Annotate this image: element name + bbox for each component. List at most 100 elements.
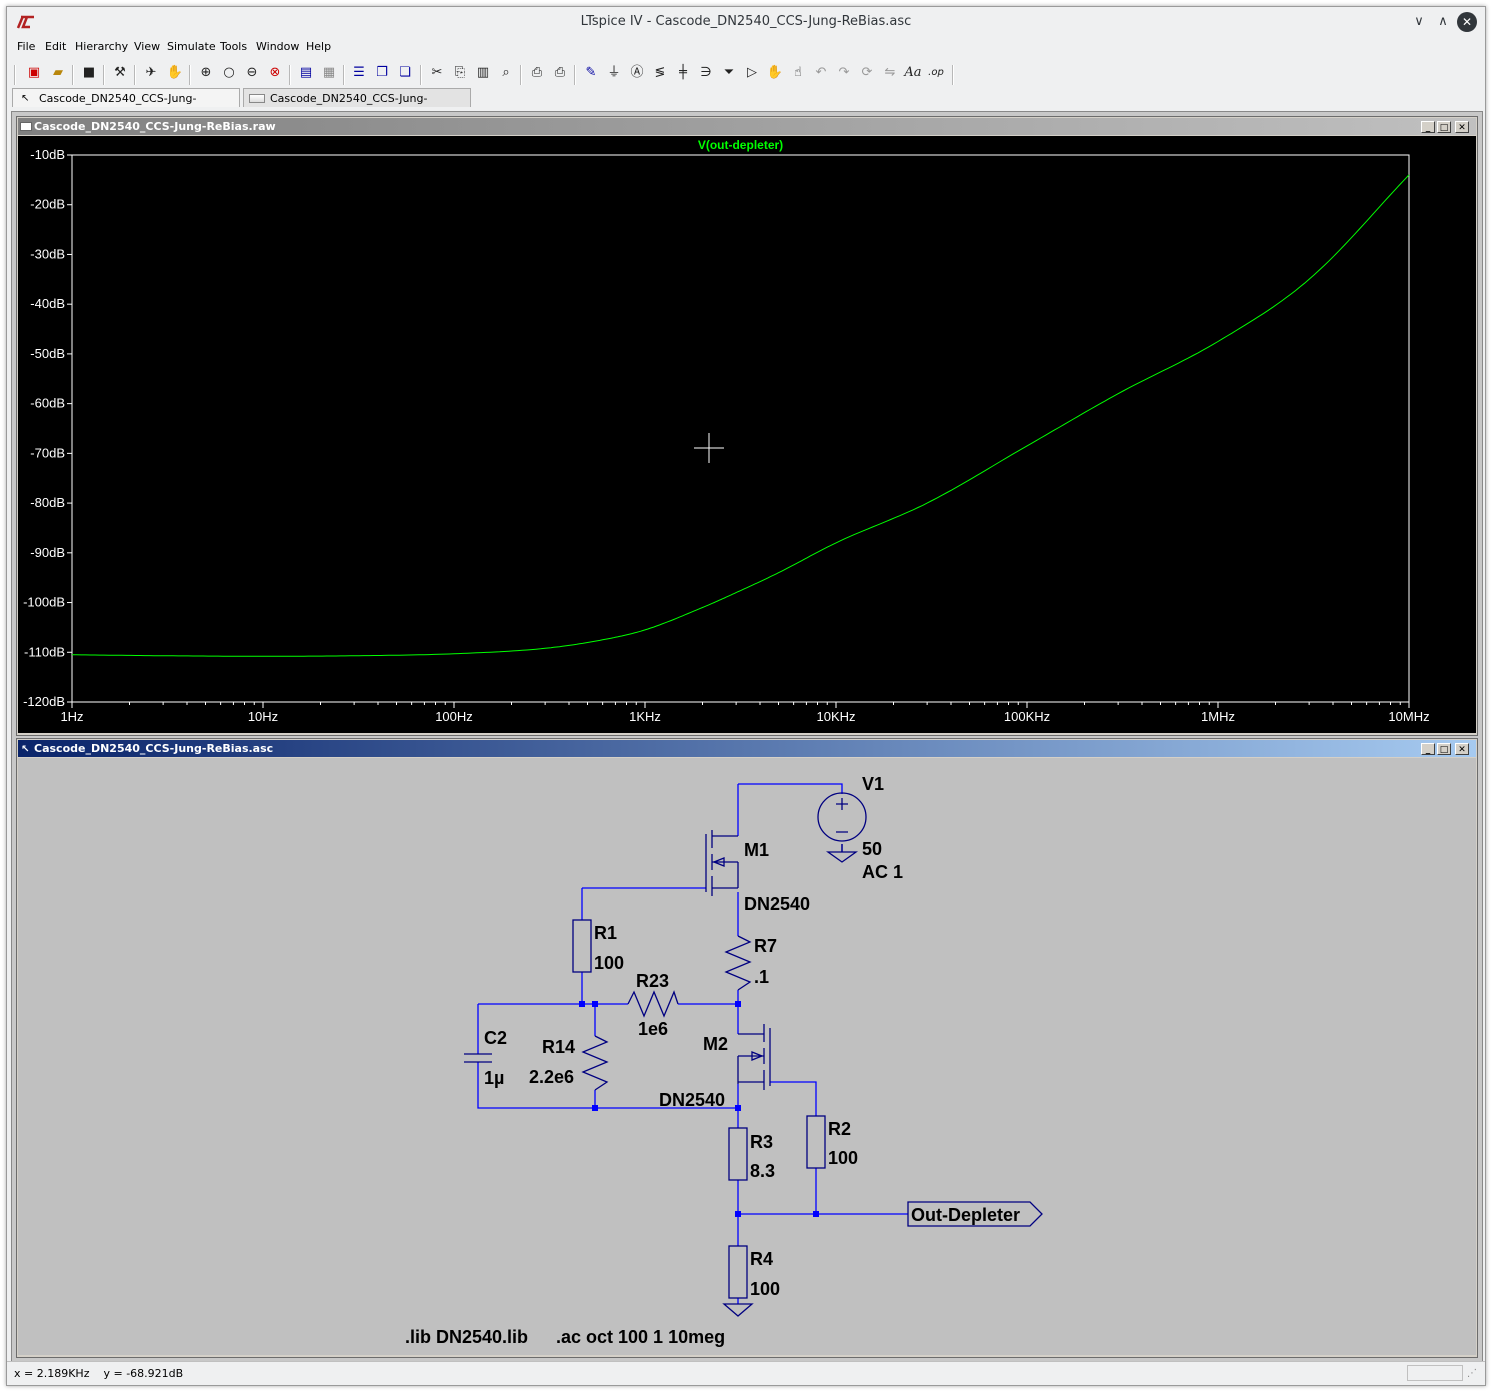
status-coordinates: x = 2.189KHz y = -68.921dB xyxy=(14,1367,183,1380)
tile-horizontal-icon[interactable]: ☰ xyxy=(349,63,369,83)
child-maximize-button[interactable]: □ xyxy=(1437,121,1451,133)
toolbar-separator xyxy=(72,65,74,85)
label-icon[interactable]: Ⓐ xyxy=(627,63,647,83)
menu-help[interactable]: Help xyxy=(306,40,331,53)
ground-icon[interactable]: ⏚ xyxy=(604,63,624,83)
copy-icon[interactable]: ⎘ xyxy=(450,63,470,83)
new-schematic-icon[interactable]: ▣ xyxy=(24,63,44,83)
cascade-icon[interactable]: ❐ xyxy=(372,63,392,83)
zoom-in-icon[interactable]: ⊕ xyxy=(196,63,216,83)
zoom-out-icon[interactable]: ⊖ xyxy=(242,63,262,83)
waveform-icon xyxy=(249,94,265,103)
schematic-window-title-bar[interactable]: ↖ Cascode_DN2540_CCS-Jung-ReBias.asc _ □… xyxy=(18,740,1476,757)
trace-label[interactable]: V(out-depleter) xyxy=(698,138,783,152)
capacitor-icon[interactable]: ╪ xyxy=(673,63,693,83)
halt-icon[interactable]: ✋ xyxy=(165,63,185,83)
child-maximize-button[interactable]: □ xyxy=(1437,743,1451,755)
undo-icon[interactable]: ↶ xyxy=(811,63,831,83)
x-tick-label: 100Hz xyxy=(435,709,473,724)
toolbar-separator xyxy=(289,65,291,85)
drag-icon[interactable]: ☝ xyxy=(788,63,808,83)
zoom-pan-icon[interactable]: ○ xyxy=(219,63,239,83)
menu-edit[interactable]: Edit xyxy=(45,40,66,53)
v1-value-label: 50 xyxy=(862,839,882,859)
x-tick-label: 1MHz xyxy=(1201,709,1235,724)
y-tick-label: -40dB xyxy=(30,296,65,311)
child-close-button[interactable]: ✕ xyxy=(1455,743,1469,755)
move-icon[interactable]: ✋ xyxy=(765,63,785,83)
menu-view[interactable]: View xyxy=(134,40,160,53)
maximize-button[interactable]: ∧ xyxy=(1433,12,1453,32)
document-tabs: ↖ Cascode_DN2540_CCS-Jung-ReBias.asc Cas… xyxy=(7,87,1485,124)
toolbar-separator xyxy=(952,65,954,85)
ac-directive[interactable]: .ac oct 100 1 10meg xyxy=(556,1327,725,1347)
find-icon[interactable]: ⌕ xyxy=(496,63,516,83)
spice-directive-icon[interactable]: .op xyxy=(926,63,946,83)
menu-tools[interactable]: Tools xyxy=(220,40,247,53)
y-tick-label: -60dB xyxy=(30,396,65,411)
menu-window[interactable]: Window xyxy=(256,40,299,53)
open-icon[interactable]: ▰ xyxy=(48,63,68,83)
grid-icon[interactable]: ▦ xyxy=(319,63,339,83)
child-minimize-button[interactable]: _ xyxy=(1421,121,1435,133)
redo-icon[interactable]: ↷ xyxy=(834,63,854,83)
rotate-icon[interactable]: ⟳ xyxy=(857,63,877,83)
cut-icon[interactable]: ✂ xyxy=(427,63,447,83)
r3-name-label: R3 xyxy=(750,1132,773,1152)
menu-hierarchy[interactable]: Hierarchy xyxy=(75,40,128,53)
menu-simulate[interactable]: Simulate xyxy=(167,40,216,53)
schematic-window: ↖ Cascode_DN2540_CCS-Jung-ReBias.asc _ □… xyxy=(16,738,1478,1358)
tab-schematic[interactable]: ↖ Cascode_DN2540_CCS-Jung-ReBias.asc xyxy=(12,88,240,124)
minimize-button[interactable]: ∨ xyxy=(1409,12,1429,32)
paste-icon[interactable]: ▥ xyxy=(473,63,493,83)
r23-name-label: R23 xyxy=(636,971,669,991)
wire-icon[interactable]: ✎ xyxy=(581,63,601,83)
resistor-icon[interactable]: ≶ xyxy=(650,63,670,83)
waveform-window-title-bar[interactable]: Cascode_DN2540_CCS-Jung-ReBias.raw _ □ ✕ xyxy=(18,118,1476,135)
menu-bar: File Edit Hierarchy View Simulate Tools … xyxy=(7,37,1485,57)
close-button[interactable]: ✕ xyxy=(1457,12,1477,32)
text-icon[interactable]: Aa xyxy=(903,63,923,83)
save-icon[interactable]: ■ xyxy=(79,63,99,83)
control-panel-icon[interactable]: ⚒ xyxy=(110,63,130,83)
print-icon[interactable]: ⎙ xyxy=(550,63,570,83)
r14-value-label: 2.2e6 xyxy=(529,1067,574,1087)
print-setup-icon[interactable]: ⎙ xyxy=(527,63,547,83)
x-tick-label: 10Hz xyxy=(248,709,278,724)
child-minimize-button[interactable]: _ xyxy=(1421,743,1435,755)
schematic-window-title: Cascode_DN2540_CCS-Jung-ReBias.asc xyxy=(34,742,274,755)
r7-name-label: R7 xyxy=(754,936,777,956)
m1-model-label: DN2540 xyxy=(744,894,810,914)
autorange-icon[interactable]: ▤ xyxy=(296,63,316,83)
lib-directive[interactable]: .lib DN2540.lib xyxy=(405,1327,528,1347)
toolbar-separator xyxy=(420,65,422,85)
x-tick-label: 100KHz xyxy=(1004,709,1050,724)
child-close-button[interactable]: ✕ xyxy=(1455,121,1469,133)
v1-ac-label: AC 1 xyxy=(862,862,903,882)
component-icon[interactable]: ▷ xyxy=(742,63,762,83)
toolbar-grip xyxy=(14,65,16,85)
waveform-plot[interactable]: V(out-depleter) -10dB -20dB -30dB -40dB -50dB… xyxy=(18,136,1476,733)
run-icon[interactable]: ✈ xyxy=(141,63,161,83)
y-tick-label: -20dB xyxy=(30,197,65,212)
x-tick-label: 1KHz xyxy=(629,709,661,724)
tab-waveform[interactable]: Cascode_DN2540_CCS-Jung-ReBias.raw xyxy=(243,88,471,124)
toolbar-separator xyxy=(134,65,136,85)
schematic-icon: ↖ xyxy=(21,93,30,104)
toolbar-separator xyxy=(103,65,105,85)
status-x: x = 2.189KHz xyxy=(14,1367,90,1380)
schematic-canvas[interactable]: V1 50 AC 1 M1 DN2540 R1 100 R7 .1 R23 1e… xyxy=(18,758,1476,1355)
status-panel xyxy=(1407,1365,1463,1381)
zoom-cancel-icon[interactable]: ⊗ xyxy=(265,63,285,83)
tile-vertical-icon[interactable]: ❏ xyxy=(395,63,415,83)
menu-file[interactable]: File xyxy=(17,40,35,53)
y-tick-label: -110dB xyxy=(24,644,65,659)
diode-icon[interactable]: ⏷ xyxy=(719,63,739,83)
y-tick-label: -100dB xyxy=(23,595,65,610)
waveform-window-title: Cascode_DN2540_CCS-Jung-ReBias.raw xyxy=(34,120,276,133)
title-bar[interactable]: LTspice IV - Cascode_DN2540_CCS-Jung-ReB… xyxy=(7,7,1485,37)
mirror-icon[interactable]: ⇋ xyxy=(880,63,900,83)
inductor-icon[interactable]: ∋ xyxy=(696,63,716,83)
waveform-icon xyxy=(20,122,32,131)
resize-grip-icon[interactable]: ⋰ xyxy=(1467,1368,1477,1379)
